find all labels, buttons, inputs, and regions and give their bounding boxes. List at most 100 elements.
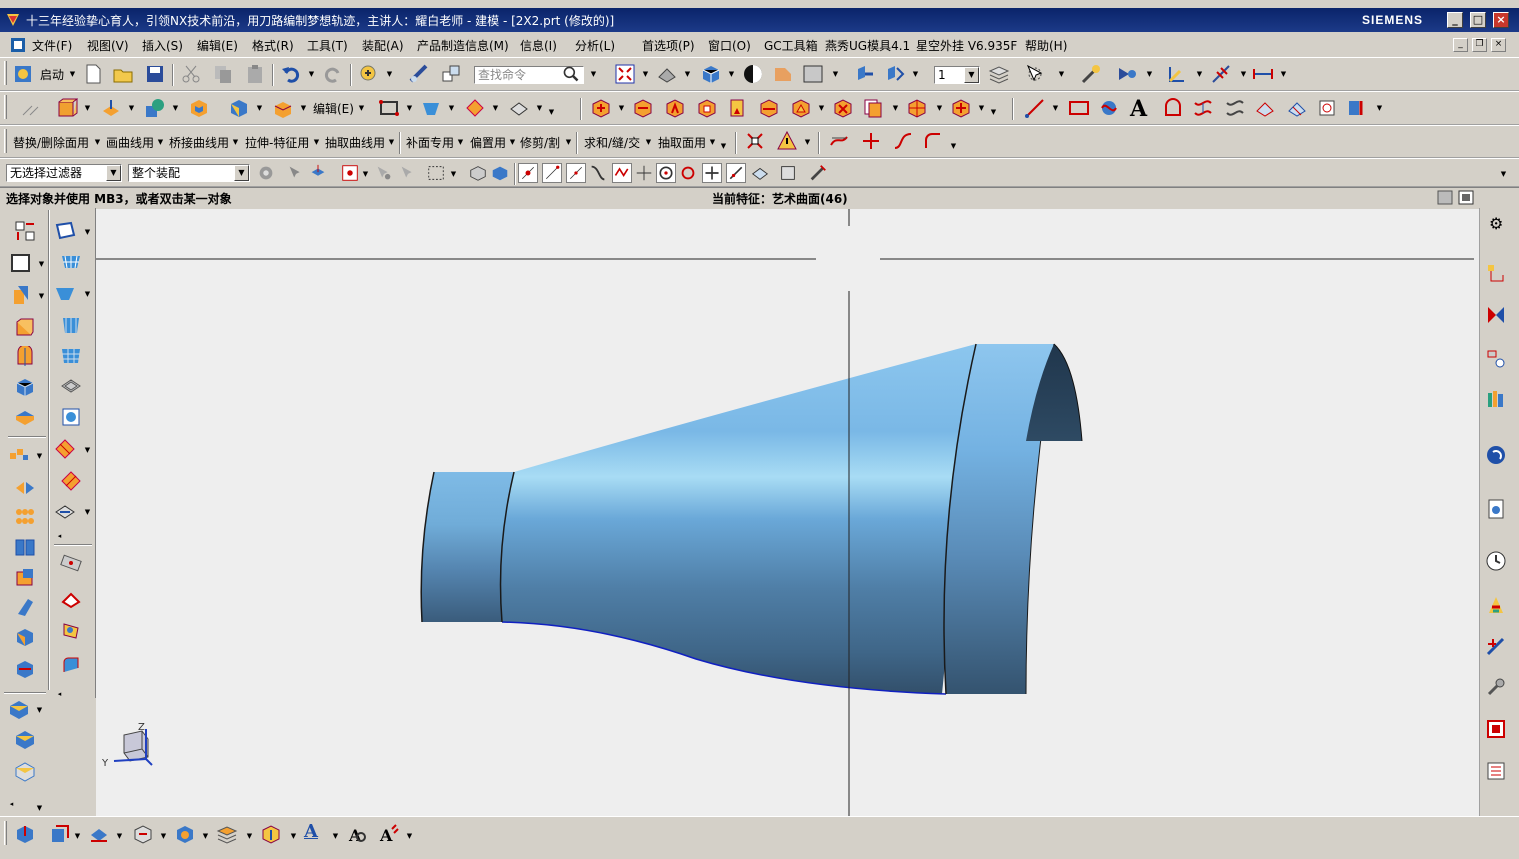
system-scenes-icon[interactable]: [1485, 760, 1507, 782]
annotation-text-icon[interactable]: A: [304, 821, 318, 842]
part-navigator-icon[interactable]: [1485, 348, 1507, 370]
left-panel-scroll-left[interactable]: ◂: [8, 792, 15, 814]
instance-geometry-icon[interactable]: [132, 823, 154, 845]
select-snap-icon[interactable]: [374, 163, 394, 183]
clip-section-icon[interactable]: [884, 63, 906, 85]
plugin-doc-icon[interactable]: [726, 97, 748, 119]
start-icon[interactable]: [12, 63, 34, 85]
left-panel-expand-icon[interactable]: ▼: [36, 796, 43, 818]
save-icon[interactable]: [144, 63, 166, 85]
plugin-box-a-icon[interactable]: [664, 97, 686, 119]
thicken-icon[interactable]: [14, 406, 36, 428]
scope-dropdown-icon[interactable]: ▼: [234, 165, 249, 181]
new-file-icon[interactable]: [82, 63, 104, 85]
plugin-list-dropdown-icon[interactable]: ▼: [892, 96, 899, 118]
assembly-navigator-icon[interactable]: [1485, 262, 1507, 284]
system-materials-icon[interactable]: [1485, 594, 1507, 616]
menu-insert[interactable]: 插入(S): [142, 37, 183, 54]
cube-dropdown-icon[interactable]: ▼: [728, 62, 735, 84]
start-dropdown-icon[interactable]: ▼: [69, 62, 76, 84]
filter-settings-icon[interactable]: [256, 163, 276, 183]
menu-pmi[interactable]: 产品制造信息(M): [417, 37, 509, 54]
book-face-icon[interactable]: [14, 536, 36, 558]
doc-close-button[interactable]: ×: [1491, 38, 1506, 52]
sheet-metal-icon[interactable]: [174, 823, 196, 845]
wave-geometry-linker-icon[interactable]: [14, 823, 36, 845]
rect-dropdown-icon[interactable]: ▼: [406, 96, 413, 118]
extract-curve-icon[interactable]: [1346, 97, 1368, 119]
line-dropdown-icon[interactable]: ▼: [1052, 96, 1059, 118]
plugin-warn-dropdown-icon[interactable]: ▼: [818, 96, 825, 118]
maximize-button[interactable]: □: [1470, 12, 1486, 28]
warning-dropdown-icon[interactable]: ▼: [804, 130, 811, 152]
analysis-wand-icon[interactable]: [1080, 63, 1102, 85]
snap-intersection-icon[interactable]: [612, 163, 632, 183]
snap-perpendicular-icon[interactable]: [634, 163, 654, 183]
left-panel-collapse-icon[interactable]: ◂: [56, 682, 63, 704]
web-browser-icon[interactable]: [1485, 444, 1507, 466]
chamfer-block-icon[interactable]: [14, 566, 36, 588]
rectangle-select-icon[interactable]: [426, 163, 446, 183]
split-curve-icon[interactable]: [860, 130, 882, 152]
measure-distance-icon[interactable]: [1252, 63, 1274, 85]
text-size-dropdown-icon[interactable]: ▼: [406, 824, 413, 846]
surface-dropdown-icon[interactable]: ▼: [448, 96, 455, 118]
window-layout-icon[interactable]: [440, 63, 462, 85]
point-constructor-icon[interactable]: [1210, 63, 1232, 85]
menu-format[interactable]: 格式(R): [252, 37, 294, 54]
through-curve-mesh-icon[interactable]: [60, 344, 82, 366]
left-panel-more-left-icon[interactable]: ◂: [56, 524, 63, 546]
sew-sheet-icon[interactable]: [54, 500, 76, 522]
type-filter-dropdown-icon[interactable]: ▼: [106, 165, 121, 181]
toolbar-more-icon[interactable]: ▼: [950, 134, 957, 156]
block-icon[interactable]: [14, 376, 36, 398]
rectangle-sketch-tool-icon[interactable]: [54, 220, 76, 242]
nx-menu-icon[interactable]: [10, 37, 26, 53]
model-view[interactable]: Z Y: [96, 209, 1479, 816]
instance-dropdown-icon[interactable]: ▼: [160, 824, 167, 846]
wcs-dropdown-icon[interactable]: ▼: [1196, 62, 1203, 84]
trim-body-icon[interactable]: [464, 97, 486, 119]
toolbar-grip[interactable]: [4, 61, 7, 85]
join-curve-icon[interactable]: [892, 130, 914, 152]
menu-dropdown-icon[interactable]: ▼: [709, 130, 716, 152]
snap-quadrant-icon[interactable]: [678, 163, 698, 183]
toolbar-grip[interactable]: [4, 821, 7, 845]
sheet-body-icon[interactable]: [14, 760, 36, 782]
curve-dropdown-icon[interactable]: ▼: [1376, 96, 1383, 118]
menu-dropdown-icon[interactable]: ▼: [313, 130, 320, 152]
edit-menu-label[interactable]: 编辑(E): [313, 100, 354, 117]
trim-sheet-dropdown-icon[interactable]: ▼: [84, 438, 91, 460]
sew-dropdown-icon[interactable]: ▼: [536, 96, 543, 118]
menu-preferences[interactable]: 首选项(P): [642, 37, 695, 54]
edit-dropdown-icon[interactable]: ▼: [358, 96, 365, 118]
open-folder-icon[interactable]: [112, 63, 134, 85]
menu-xingkong-plugin[interactable]: 星空外挂 V6.935F: [916, 37, 1017, 54]
doc-minimize-button[interactable]: _: [1453, 38, 1468, 52]
extrude-icon[interactable]: [56, 97, 78, 119]
select-body-icon[interactable]: [490, 163, 510, 183]
extract-dropdown-icon[interactable]: ▼: [74, 824, 81, 846]
menu-sum-sew-intersect[interactable]: 求和/缝/交: [584, 134, 640, 151]
offset-face-icon[interactable]: [228, 97, 250, 119]
transition-surface[interactable]: [501, 344, 976, 694]
offset-curve-icon[interactable]: [1162, 97, 1184, 119]
paste-icon[interactable]: [244, 63, 266, 85]
roles-icon[interactable]: [1485, 718, 1507, 740]
isoparametric-curve-icon[interactable]: [1286, 97, 1308, 119]
select-chain-icon[interactable]: [398, 163, 418, 183]
snap-arc-center-icon[interactable]: [656, 163, 676, 183]
plugin-box-grid-icon[interactable]: [906, 97, 928, 119]
cut-icon[interactable]: [180, 63, 202, 85]
annotation-dropdown-icon[interactable]: ▼: [332, 824, 339, 846]
ruled-dropdown-icon[interactable]: ▼: [84, 282, 91, 304]
status-window-icon[interactable]: [1458, 190, 1474, 205]
warning-tool-icon[interactable]: [776, 130, 798, 152]
start-button-label[interactable]: 启动: [40, 66, 64, 83]
graphics-window[interactable]: Z Y: [96, 209, 1479, 816]
section-dropdown-icon[interactable]: ▼: [912, 62, 919, 84]
point-dropdown-icon[interactable]: ▼: [1240, 62, 1247, 84]
offset-dropdown-icon[interactable]: ▼: [256, 96, 263, 118]
n-sided-surface-icon[interactable]: [60, 406, 82, 428]
layer-move-dropdown-icon[interactable]: ▼: [246, 824, 253, 846]
